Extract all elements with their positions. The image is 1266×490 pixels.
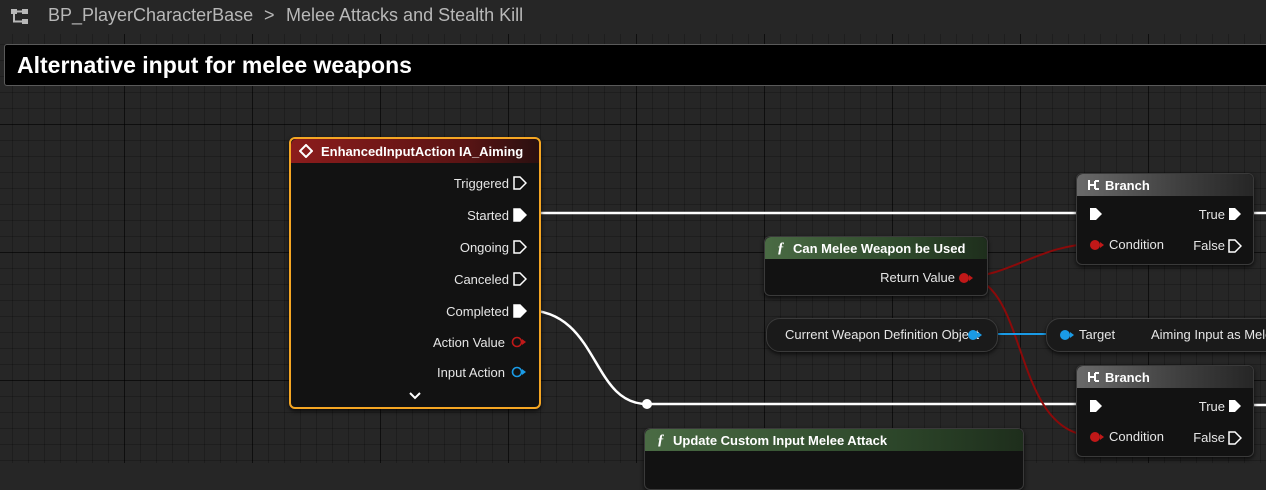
input-action-pin-icon[interactable] bbox=[511, 366, 527, 378]
branch-header: Branch bbox=[1077, 174, 1253, 196]
pin-label-started: Started bbox=[467, 208, 509, 223]
aiming-input-label: Aiming Input as Melee bbox=[1151, 327, 1266, 342]
current-weapon-label: Current Weapon Definition Object bbox=[785, 327, 980, 342]
branch-header: Branch bbox=[1077, 366, 1253, 388]
branch-icon bbox=[1088, 372, 1099, 382]
update-node-title: Update Custom Input Melee Attack bbox=[673, 433, 888, 448]
function-icon: ƒ bbox=[657, 432, 665, 448]
event-node-header: EnhancedInputAction IA_Aiming bbox=[291, 139, 539, 163]
pin-label-action-value: Action Value bbox=[432, 335, 505, 350]
exec-pin-triggered-icon[interactable] bbox=[513, 176, 527, 190]
chevron-down-icon[interactable] bbox=[409, 391, 421, 401]
function-icon: ƒ bbox=[777, 240, 785, 256]
pin-label-canceled: Canceled bbox=[454, 272, 509, 287]
branch-title: Branch bbox=[1105, 178, 1150, 193]
false-label: False bbox=[1193, 430, 1225, 445]
branch-node-top[interactable]: Branch True Condition False bbox=[1076, 173, 1254, 265]
false-label: False bbox=[1193, 238, 1225, 253]
pin-label-triggered: Triggered bbox=[453, 176, 509, 191]
target-pin-icon[interactable] bbox=[1059, 329, 1075, 341]
event-diamond-icon bbox=[299, 144, 313, 158]
true-label: True bbox=[1198, 207, 1225, 222]
reroute-node bbox=[642, 399, 652, 409]
exec-input-pin-icon[interactable] bbox=[1089, 207, 1103, 221]
true-label: True bbox=[1198, 399, 1225, 414]
false-pin-icon[interactable] bbox=[1228, 431, 1242, 445]
target-label: Target bbox=[1079, 327, 1116, 342]
condition-pin-icon[interactable] bbox=[1089, 431, 1105, 443]
aiming-input-as-melee-node[interactable]: Target Aiming Input as Melee bbox=[1046, 318, 1266, 352]
exec-pin-started-icon[interactable] bbox=[513, 208, 527, 222]
object-output-pin-icon[interactable] bbox=[967, 329, 983, 341]
can-melee-weapon-node[interactable]: ƒ Can Melee Weapon be Used Return Value bbox=[764, 236, 988, 296]
exec-pin-ongoing-icon[interactable] bbox=[513, 240, 527, 254]
return-value-label: Return Value bbox=[880, 270, 955, 285]
branch-node-bottom[interactable]: Branch True Condition False bbox=[1076, 365, 1254, 457]
branch-title: Branch bbox=[1105, 370, 1150, 385]
event-node-title: EnhancedInputAction IA_Aiming bbox=[321, 144, 524, 159]
true-pin-icon[interactable] bbox=[1228, 207, 1242, 221]
action-value-pin-icon[interactable] bbox=[511, 336, 527, 348]
condition-label: Condition bbox=[1109, 237, 1164, 252]
pin-label-completed: Completed bbox=[446, 304, 509, 319]
function-node-header: ƒ Update Custom Input Melee Attack bbox=[645, 429, 1023, 451]
branch-icon bbox=[1088, 180, 1099, 190]
true-pin-icon[interactable] bbox=[1228, 399, 1242, 413]
condition-label: Condition bbox=[1109, 429, 1164, 444]
pin-label-ongoing: Ongoing bbox=[459, 240, 509, 255]
pin-label-input-action: Input Action bbox=[437, 365, 505, 380]
return-value-pin-icon[interactable] bbox=[958, 272, 974, 284]
can-melee-node-title: Can Melee Weapon be Used bbox=[793, 241, 966, 256]
exec-pin-canceled-icon[interactable] bbox=[513, 272, 527, 286]
enhanced-input-action-node[interactable]: EnhancedInputAction IA_Aiming Triggered … bbox=[289, 137, 541, 409]
update-custom-input-melee-node[interactable]: ƒ Update Custom Input Melee Attack bbox=[644, 428, 1024, 490]
function-node-header: ƒ Can Melee Weapon be Used bbox=[765, 237, 987, 259]
exec-pin-completed-icon[interactable] bbox=[513, 304, 527, 318]
current-weapon-definition-node[interactable]: Current Weapon Definition Object bbox=[766, 318, 998, 352]
condition-pin-icon[interactable] bbox=[1089, 239, 1105, 251]
false-pin-icon[interactable] bbox=[1228, 239, 1242, 253]
exec-input-pin-icon[interactable] bbox=[1089, 399, 1103, 413]
